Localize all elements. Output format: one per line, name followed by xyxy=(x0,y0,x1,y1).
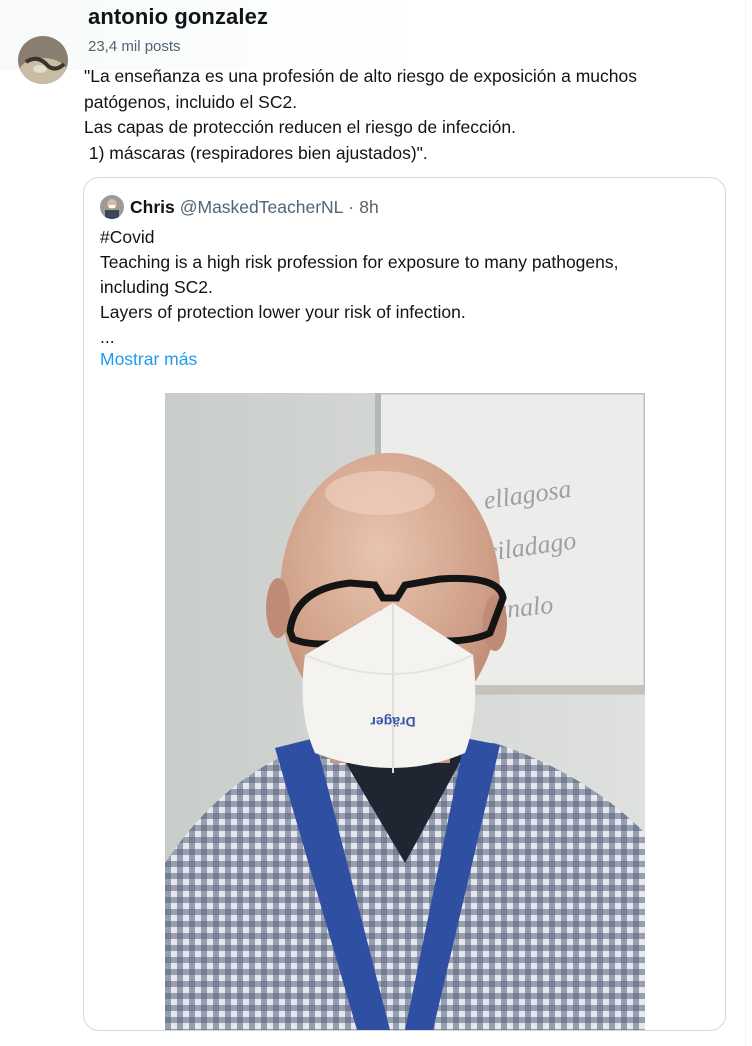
tweet-text-line: Las capas de protección reducen el riesg… xyxy=(84,117,516,137)
mask-brand-logo: Dräger xyxy=(370,714,416,730)
separator-dot: · xyxy=(348,196,355,217)
post-count: 23,4 mil posts xyxy=(88,38,181,55)
tweet-text-line: patógenos, incluido el SC2. xyxy=(84,91,298,112)
quoted-author-handle[interactable]: @MaskedTeacherNL xyxy=(180,197,344,218)
quoted-tweet-photo[interactable]: ellagosa ciladago gnalo Dräger xyxy=(165,393,645,1030)
tweet-text-line: 1) máscaras (respiradores bien ajustados… xyxy=(84,142,428,163)
quoted-text-line: Layers of protection lower your risk of … xyxy=(100,302,466,322)
quoted-author-name[interactable]: Chris xyxy=(130,197,175,218)
show-more-link[interactable]: Mostrar más xyxy=(100,349,197,370)
author-name[interactable]: antonio gonzalez xyxy=(88,4,268,30)
quoted-tweet-text: #Covid Teaching is a high risk professio… xyxy=(100,225,710,350)
quoted-text-line: Teaching is a high risk profession for e… xyxy=(100,252,619,272)
tweet-text-line: "La enseñanza es una profesión de alto r… xyxy=(84,66,637,86)
quoted-text-line: #Covid xyxy=(100,227,155,247)
author-avatar[interactable] xyxy=(18,36,68,84)
quoted-author-avatar[interactable] xyxy=(100,195,124,219)
quoted-text-line: including SC2. xyxy=(100,277,213,297)
timeline-border xyxy=(745,0,746,1046)
quoted-timestamp[interactable]: 8h xyxy=(359,197,378,218)
quoted-tweet-card[interactable]: Chris @MaskedTeacherNL · 8h #Covid Teach… xyxy=(83,177,726,1031)
quoted-tweet-header: Chris @MaskedTeacherNL · 8h xyxy=(100,194,379,220)
quoted-text-line: ... xyxy=(100,327,115,347)
tweet-text: "La enseñanza es una profesión de alto r… xyxy=(84,64,724,166)
